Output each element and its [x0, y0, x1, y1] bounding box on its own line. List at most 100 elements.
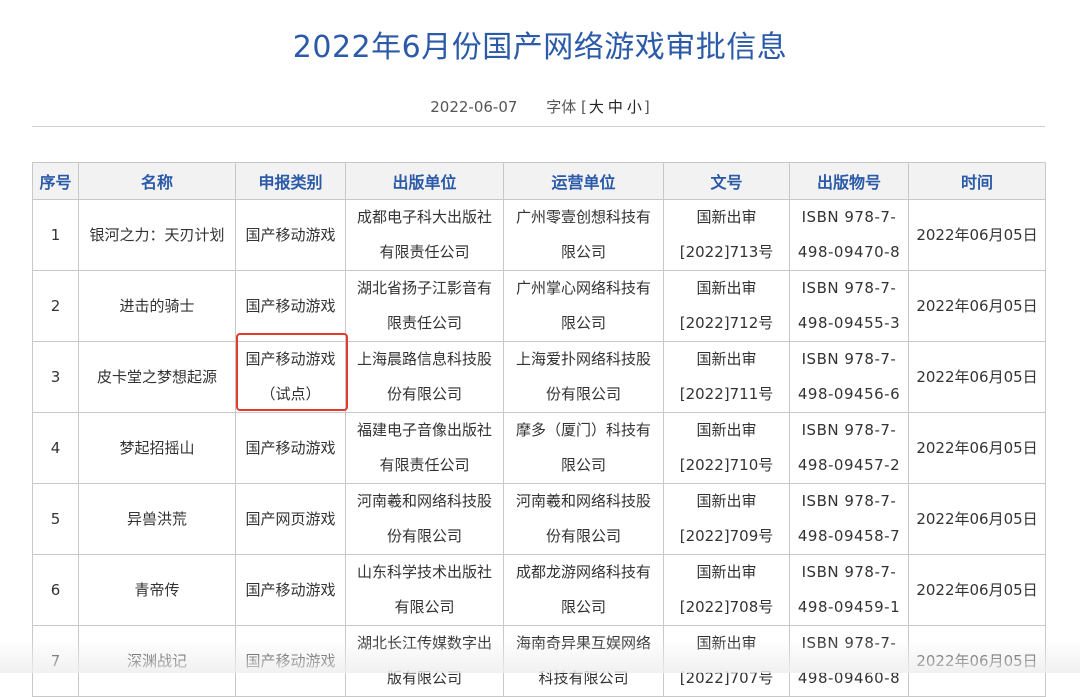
publisher-cell-line: 湖北长江传媒数字出 [356, 634, 492, 652]
publisher-cell-line: 份有限公司 [386, 527, 462, 545]
font-size-medium-link[interactable]: 中 [608, 98, 623, 116]
approval-number-cell-line: 国新出审 [696, 350, 757, 368]
isbn-cell: ISBN 978-7- 498-09460-8 [789, 625, 909, 697]
isbn-cell: ISBN 978-7- 498-09457-2 [789, 412, 909, 484]
isbn-cell-line: 498-09470-8 [797, 243, 901, 261]
publisher-cell-line: 成都电子科大出版社 [356, 208, 492, 226]
approval-date: 2022年06月05日 [908, 412, 1046, 484]
category-cell: 国产移动游戏 [235, 412, 346, 484]
operator-cell-line: 摩多（厦门）科技有 [515, 421, 651, 439]
font-size-small-link[interactable]: 小 [627, 98, 642, 116]
approval-number-cell-line: 国新出审 [696, 634, 757, 652]
operator-cell: 上海爱扑网络科技股 份有限公司 [503, 341, 664, 413]
publisher-cell-line: 有限公司 [394, 598, 455, 616]
publisher-cell-line: 限责任公司 [386, 314, 462, 332]
operator-cell-line: 科技有限公司 [538, 669, 629, 687]
operator-cell: 摩多（厦门）科技有 限公司 [503, 412, 664, 484]
operator-cell-line: 份有限公司 [545, 385, 621, 403]
category-cell: 国产移动游戏 [235, 270, 346, 342]
approval-number-cell-line: 国新出审 [696, 279, 757, 297]
approval-number-cell-line: [2022]708号 [679, 598, 774, 616]
row-index: 6 [32, 554, 79, 626]
font-size-large-link[interactable]: 大 [589, 98, 604, 116]
operator-cell-line: 成都龙游网络科技有 [515, 563, 651, 581]
table-row: 6 青帝传 国产移动游戏 山东科学技术出版社 有限公司 成都龙游网络科技有 限公司 国新出审[… [32, 554, 1046, 626]
operator-cell: 广州零壹创想科技有 限公司 [503, 199, 664, 271]
publisher-cell: 上海晨路信息科技股 份有限公司 [345, 341, 504, 413]
publisher-cell-line: 上海晨路信息科技股 [356, 350, 492, 368]
approval-number-cell-line: [2022]712号 [679, 314, 774, 332]
approval-number-cell-line: [2022]709号 [679, 527, 774, 545]
operator-cell: 广州掌心网络科技有 限公司 [503, 270, 664, 342]
col-header-index: 序号 [32, 162, 79, 200]
operator-cell-line: 限公司 [560, 598, 606, 616]
approval-number-cell-line: [2022]710号 [679, 456, 774, 474]
publisher-cell: 山东科学技术出版社 有限公司 [345, 554, 504, 626]
table-row: 3 皮卡堂之梦想起源 国产移动游戏 （试点） 上海晨路信息科技股 份有限公司 上海爱扑网络科… [32, 341, 1046, 413]
approval-number-cell: 国新出审 [2022]713号 [663, 199, 790, 271]
isbn-cell: ISBN 978-7- 498-09459-1 [789, 554, 909, 626]
approval-number-cell-line: 国新出审 [696, 563, 757, 581]
operator-cell: 海南奇异果互娱网络 科技有限公司 [503, 625, 664, 697]
operator-cell-line: 广州掌心网络科技有 [515, 279, 651, 297]
operator-cell-line: 份有限公司 [545, 527, 621, 545]
category-cell: 国产移动游戏 （试点） [235, 341, 346, 413]
approval-number-cell: 国新出审 [2022]707号 [663, 625, 790, 697]
table-row: 2 进击的骑士 国产移动游戏 湖北省扬子江影音有 限责任公司 广州掌心网络科技有 限公司 国新… [32, 270, 1046, 342]
publisher-cell-line: 河南羲和网络科技股 [356, 492, 492, 510]
category-cell-line: 国产移动游戏 [245, 438, 336, 457]
game-name: 银河之力：天刃计划 [78, 199, 236, 271]
approval-number-cell: 国新出审 [2022]712号 [663, 270, 790, 342]
isbn-cell-line: 498-09460-8 [797, 669, 901, 687]
game-name: 异兽洪荒 [78, 483, 236, 555]
col-header-publisher: 出版单位 [345, 162, 504, 200]
game-name: 梦起招摇山 [78, 412, 236, 484]
approval-date: 2022年06月05日 [908, 483, 1046, 555]
approval-number-cell-line: 国新出审 [696, 421, 757, 439]
approval-number-cell-line: 国新出审 [696, 208, 757, 226]
col-header-approval-no: 文号 [663, 162, 790, 200]
game-name: 深渊战记 [78, 625, 236, 697]
publisher-cell: 福建电子音像出版社 有限责任公司 [345, 412, 504, 484]
approval-date: 2022年06月05日 [908, 270, 1046, 342]
approval-number-cell: 国新出审 [2022]711号 [663, 341, 790, 413]
publisher-cell-line: 山东科学技术出版社 [356, 563, 492, 581]
isbn-cell-line: ISBN 978-7- [801, 492, 897, 510]
operator-cell-line: 广州零壹创想科技有 [515, 208, 651, 226]
publisher-cell: 湖北省扬子江影音有 限责任公司 [345, 270, 504, 342]
isbn-cell-line: ISBN 978-7- [801, 563, 897, 581]
publisher-cell-line: 版有限公司 [386, 669, 462, 687]
publisher-cell-line: 有限责任公司 [379, 456, 470, 474]
approval-number-cell-line: [2022]711号 [679, 385, 774, 403]
publisher-cell: 湖北长江传媒数字出 版有限公司 [345, 625, 504, 697]
table-row: 5 异兽洪荒 国产网页游戏 河南羲和网络科技股 份有限公司 河南羲和网络科技股 份有限公司国… [32, 483, 1046, 555]
publisher-cell: 河南羲和网络科技股 份有限公司 [345, 483, 504, 555]
isbn-cell-line: ISBN 978-7- [801, 279, 897, 297]
isbn-cell-line: ISBN 978-7- [801, 208, 897, 226]
isbn-cell: ISBN 978-7- 498-09458-7 [789, 483, 909, 555]
col-header-operator: 运营单位 [503, 162, 664, 200]
operator-cell: 成都龙游网络科技有 限公司 [503, 554, 664, 626]
operator-cell-line: 河南羲和网络科技股 [515, 492, 651, 510]
category-cell-line: 国产移动游戏 [245, 651, 336, 670]
publisher-cell-line: 福建电子音像出版社 [356, 421, 492, 439]
row-index: 7 [32, 625, 79, 697]
operator-cell: 河南羲和网络科技股 份有限公司 [503, 483, 664, 555]
isbn-cell-line: ISBN 978-7- [801, 350, 897, 368]
isbn-cell-line: 498-09459-1 [797, 598, 901, 616]
table-body: 1 银河之力：天刃计划 国产移动游戏 成都电子科大出版社 有限责任公司 广州零壹创想科技有… [32, 199, 1046, 697]
row-index: 2 [32, 270, 79, 342]
category-cell: 国产移动游戏 [235, 554, 346, 626]
article-meta: 2022-06-07 字体 [大中小] [0, 96, 1080, 117]
approval-date: 2022年06月05日 [908, 554, 1046, 626]
approval-date: 2022年06月05日 [908, 625, 1046, 697]
approval-number-cell: 国新出审 [2022]708号 [663, 554, 790, 626]
category-cell-line: 国产网页游戏 [245, 509, 336, 528]
font-size-label: 字体 [546, 98, 577, 116]
approval-number-cell-line: [2022]707号 [679, 669, 774, 687]
isbn-cell-line: 498-09456-6 [797, 385, 901, 403]
table-row: 4 梦起招摇山 国产移动游戏 福建电子音像出版社 有限责任公司 摩多（厦门）科技有 限公司国… [32, 412, 1046, 484]
category-cell-line: 国产移动游戏 [245, 296, 336, 315]
table-row: 7 深渊战记 国产移动游戏 湖北长江传媒数字出 版有限公司 海南奇异果互娱网络 科技有限公司… [32, 625, 1046, 697]
col-header-time: 时间 [908, 162, 1046, 200]
